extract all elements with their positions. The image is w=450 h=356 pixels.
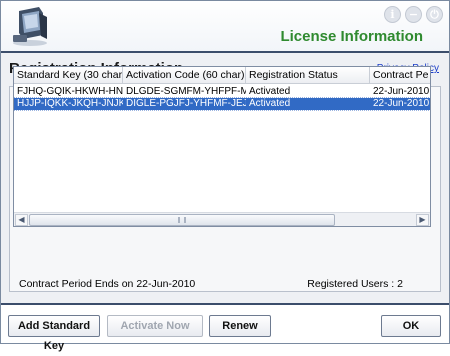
horizontal-scrollbar[interactable]: ◀ ▶ — [14, 212, 430, 226]
content-area: Registration Information Privacy Policy … — [1, 53, 449, 303]
column-header-registration-status[interactable]: Registration Status — [246, 67, 370, 84]
registration-table[interactable]: Standard Key (30 char) Activation Code (… — [13, 66, 431, 227]
registered-users-text: Registered Users : 2 — [307, 278, 403, 290]
minimize-icon[interactable]: − — [405, 6, 422, 23]
window-header: i − ⏻ License Information — [1, 1, 449, 51]
table-row-selected[interactable]: HJJP-IQKK-JKQH-JNJK-... DIGLE-PGJFJ-YHFM… — [14, 97, 430, 111]
activate-now-button[interactable]: Activate Now — [107, 315, 203, 337]
column-header-contract-period[interactable]: Contract Pe — [370, 67, 430, 84]
scrollbar-thumb[interactable] — [29, 214, 335, 226]
cell-standard-key: FJHQ-GQIK-HKWH-HN... — [17, 86, 123, 97]
cell-activation-code: DLGDE-SGMFM-YHFPF-M... — [126, 86, 246, 97]
cell-activation-code: DIGLE-PGJFJ-YHFMF-JEJ... — [126, 98, 246, 109]
column-header-standard-key[interactable]: Standard Key (30 char) — [14, 67, 123, 84]
cell-registration-status: Activated — [249, 98, 291, 109]
power-icon[interactable]: ⏻ — [426, 6, 443, 23]
renew-button[interactable]: Renew — [209, 315, 271, 337]
window-controls: i − ⏻ — [384, 6, 443, 23]
cell-registration-status: Activated — [249, 86, 291, 97]
cell-contract-period: 22-Jun-2010 — [373, 86, 430, 97]
scroll-right-icon[interactable]: ▶ — [416, 214, 429, 226]
contract-period-text: Contract Period Ends on 22-Jun-2010 — [19, 278, 196, 290]
ok-button[interactable]: OK — [381, 315, 441, 337]
info-icon[interactable]: i — [384, 6, 401, 23]
scroll-left-icon[interactable]: ◀ — [15, 214, 28, 226]
license-window: i − ⏻ License Information Registration I… — [0, 0, 450, 352]
cell-standard-key: HJJP-IQKK-JKQH-JNJK-... — [17, 98, 123, 109]
window-title: License Information — [280, 28, 423, 45]
add-standard-key-button[interactable]: Add Standard Key — [8, 315, 100, 352]
computer-icon — [13, 7, 47, 46]
column-header-activation-code[interactable]: Activation Code (60 char) — [123, 67, 246, 84]
table-header: Standard Key (30 char) Activation Code (… — [14, 67, 430, 84]
cell-contract-period: 22-Jun-2010 — [373, 98, 430, 109]
table-row[interactable]: FJHQ-GQIK-HKWH-HN... DLGDE-SGMFM-YHFPF-M… — [14, 86, 430, 98]
grip-icon — [178, 217, 186, 223]
footer-divider — [1, 303, 449, 305]
